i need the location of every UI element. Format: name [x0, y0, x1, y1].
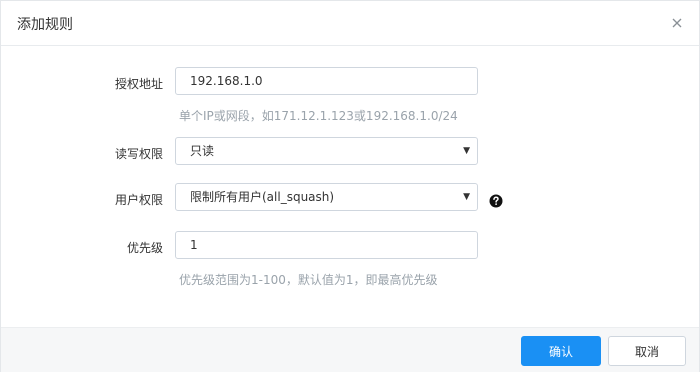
rw-select-value: 只读: [190, 144, 215, 158]
priority-input[interactable]: 1: [175, 231, 478, 259]
question-circle-icon[interactable]: [489, 193, 503, 208]
user-select-value: 限制所有用户(all_squash): [190, 190, 335, 204]
rw-label: 读写权限: [114, 147, 163, 161]
rw-select[interactable]: 只读 ▼: [175, 137, 478, 165]
form-row-user: 用户权限 限制所有用户(all_squash) ▼: [1, 183, 699, 211]
confirm-button[interactable]: 确认: [521, 336, 601, 366]
user-select[interactable]: 限制所有用户(all_squash) ▼: [175, 183, 478, 211]
dialog-header: 添加规则: [1, 1, 699, 46]
priority-label: 优先级: [126, 241, 163, 255]
dialog-title: 添加规则: [17, 17, 73, 33]
ip-input-value: 192.168.1.0: [190, 74, 263, 88]
user-label: 用户权限: [114, 193, 163, 207]
priority-hint: 优先级范围为1-100，默认值为1，即最高优先级: [179, 273, 438, 287]
form-row-rw: 读写权限 只读 ▼: [1, 137, 699, 165]
dialog-footer: 确认 取消: [1, 327, 699, 372]
priority-input-value: 1: [190, 238, 198, 252]
chevron-down-icon: ▼: [463, 192, 470, 202]
chevron-down-icon: ▼: [463, 146, 470, 156]
ip-label: 授权地址: [114, 77, 163, 91]
ip-input[interactable]: 192.168.1.0: [175, 67, 478, 95]
form-row-ip: 授权地址 192.168.1.0 单个IP或网段，如171.12.1.123或1…: [1, 67, 699, 127]
close-icon[interactable]: [669, 15, 685, 31]
cancel-button[interactable]: 取消: [608, 336, 686, 366]
ip-hint: 单个IP或网段，如171.12.1.123或192.168.1.0/24: [179, 109, 458, 123]
add-rule-dialog: 添加规则 授权地址 192.168.1.0 单个IP或网段，如171.12.1.…: [0, 0, 700, 372]
form-row-priority: 优先级 1 优先级范围为1-100，默认值为1，即最高优先级: [1, 231, 699, 291]
